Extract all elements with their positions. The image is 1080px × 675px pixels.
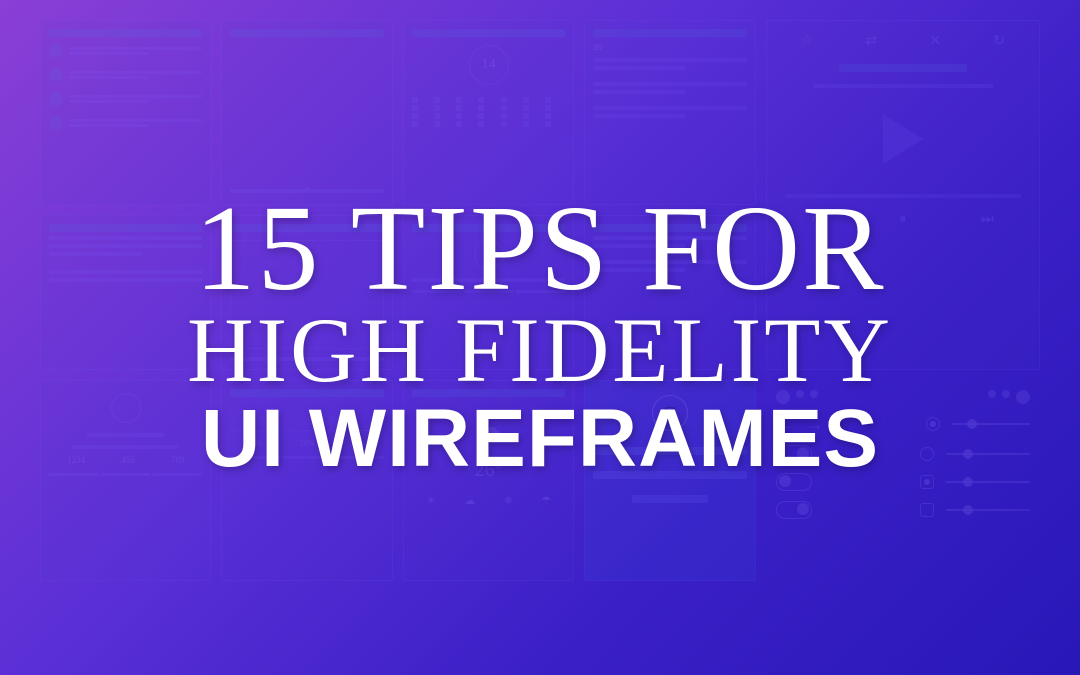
title-line-2: HIGH FIDELITY	[187, 307, 893, 394]
hero-title: 15 TIPS FOR HIGH FIDELITY UI WIREFRAMES	[0, 0, 1080, 675]
title-line-1: 15 TIPS FOR	[195, 191, 886, 307]
title-line-3: UI WIREFRAMES	[201, 394, 879, 484]
